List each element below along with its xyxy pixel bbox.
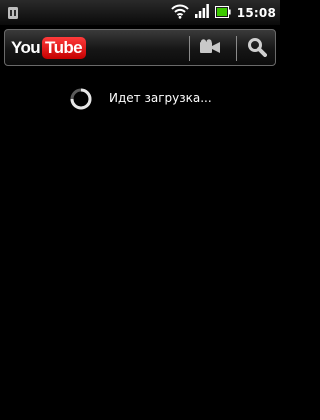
battery-icon [214, 3, 231, 22]
divider [189, 36, 190, 61]
youtube-logo[interactable]: You Tube [11, 37, 86, 59]
search-icon [247, 37, 267, 61]
video-camera-button[interactable] [193, 33, 227, 64]
logo-tube-text: Tube [42, 37, 86, 59]
debug-icon [7, 5, 19, 24]
search-button[interactable] [240, 33, 274, 64]
loading-text: Идет загрузка... [109, 91, 212, 105]
status-bar: 15:08 [0, 0, 280, 25]
screen: 15:08 You Tube Идет загрузка... [0, 0, 280, 420]
video-camera-icon [199, 38, 221, 59]
loading-indicator: Идет загрузка... [0, 86, 280, 112]
logo-you-text: You [11, 38, 41, 57]
spinner-icon [69, 87, 93, 111]
wifi-icon [171, 3, 189, 23]
divider [236, 36, 237, 61]
action-bar: You Tube [4, 29, 276, 66]
clock: 15:08 [236, 5, 276, 20]
signal-icon [194, 3, 209, 22]
